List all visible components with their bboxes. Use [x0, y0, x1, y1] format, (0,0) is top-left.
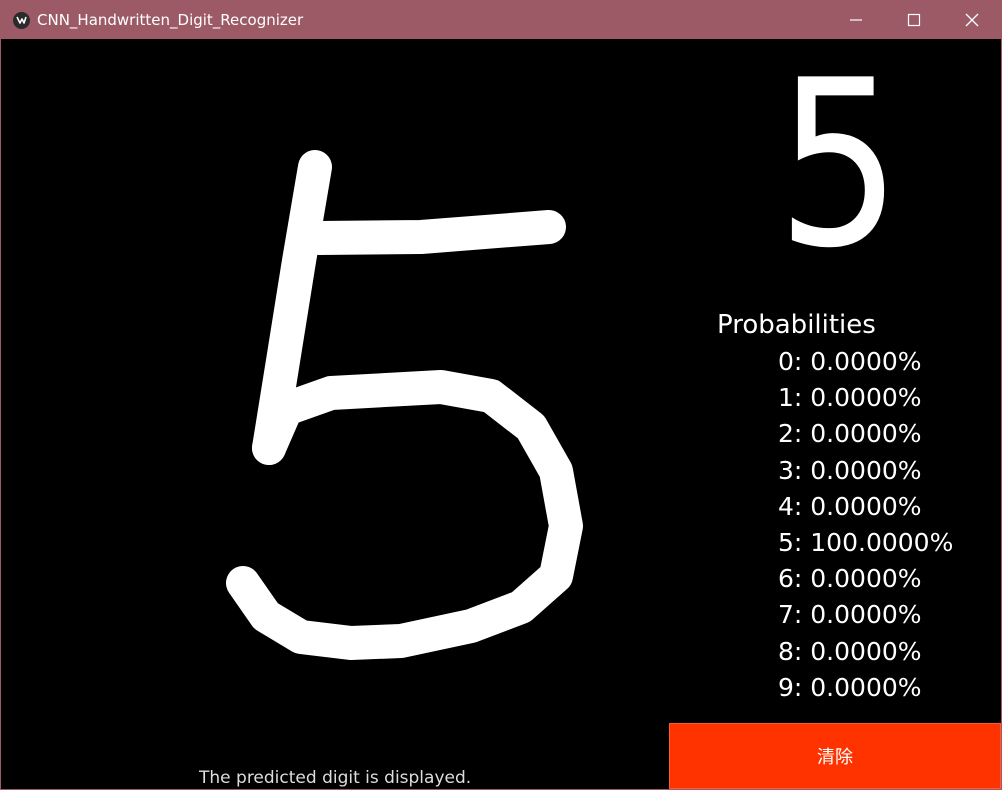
predicted-digit: 5 [776, 32, 902, 299]
close-button[interactable] [943, 1, 1001, 39]
probability-row-5: 5: 100.0000% [778, 527, 954, 557]
kivy-logo-icon [13, 12, 30, 29]
probabilities-list: 0: 0.0000% 1: 0.0000% 2: 0.0000% 3: 0.00… [778, 344, 953, 706]
probability-row-0: 0: 0.0000% [778, 347, 922, 376]
handwritten-stroke [226, 150, 583, 660]
status-message: The predicted digit is displayed. [199, 768, 472, 788]
probability-row-8: 8: 0.0000% [778, 636, 922, 666]
probability-row-6: 6: 0.0000% [778, 564, 922, 594]
probabilities-title: Probabilities [717, 310, 876, 340]
app-window: CNN_Handwritten_Digit_Recognizer 5 Proba… [0, 0, 1002, 790]
probability-row-4: 4: 0.0000% [778, 491, 922, 521]
probability-row-7: 7: 0.0000% [778, 600, 922, 630]
maximize-icon [907, 13, 921, 27]
drawing-canvas[interactable] [1, 39, 669, 790]
probability-row-2: 2: 0.0000% [778, 419, 922, 449]
probability-row-1: 1: 0.0000% [778, 383, 922, 413]
probability-row-9: 9: 0.0000% [778, 672, 922, 702]
window-title: CNN_Handwritten_Digit_Recognizer [37, 11, 304, 29]
minimize-icon [850, 19, 862, 21]
close-icon [965, 13, 979, 27]
probability-row-3: 3: 0.0000% [778, 455, 922, 485]
clear-button[interactable]: 清除 [669, 723, 1001, 789]
